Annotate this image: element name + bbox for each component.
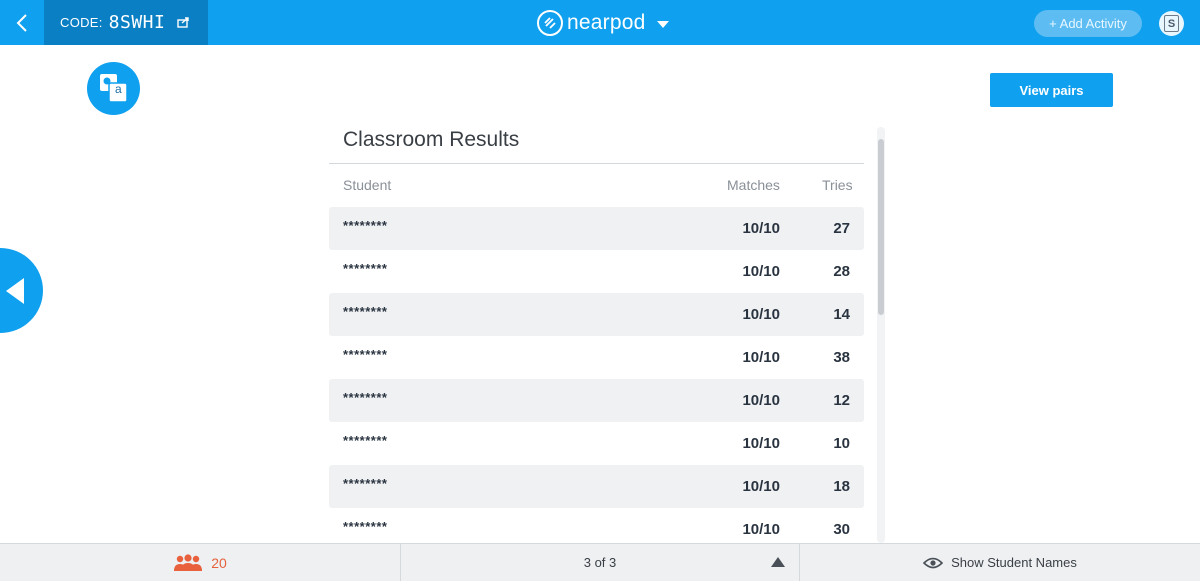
divider: [329, 163, 864, 164]
tries-value: 27: [833, 220, 850, 237]
table-row: ******** 10/10 30: [329, 508, 864, 543]
show-names-label: Show Student Names: [951, 555, 1077, 570]
column-header-matches: Matches: [727, 177, 780, 193]
nearpod-logo-icon: [537, 10, 563, 36]
results-scrollbar[interactable]: [877, 127, 885, 543]
tries-value: 12: [833, 392, 850, 409]
profile-button[interactable]: S: [1159, 11, 1184, 36]
students-button[interactable]: 20: [0, 544, 400, 581]
results-table: ******** 10/10 27 ******** 10/10 28 ****…: [329, 207, 864, 543]
table-row: ******** 10/10 18: [329, 465, 864, 508]
student-name: ********: [343, 261, 388, 276]
card-letter: a: [115, 82, 122, 96]
tries-value: 28: [833, 263, 850, 280]
tries-value: 14: [833, 306, 850, 323]
logo-text: nearpod: [567, 11, 646, 34]
tries-value: 10: [833, 435, 850, 452]
matches-value: 10/10: [742, 521, 780, 538]
student-name: ********: [343, 476, 388, 491]
matches-value: 10/10: [742, 306, 780, 323]
students-group-icon: [174, 553, 203, 571]
back-button[interactable]: [0, 0, 44, 45]
scrollbar-thumb[interactable]: [878, 139, 884, 315]
table-row: ******** 10/10 38: [329, 336, 864, 379]
table-row: ******** 10/10 10: [329, 422, 864, 465]
matches-value: 10/10: [742, 478, 780, 495]
profile-avatar-icon: S: [1164, 15, 1179, 32]
table-row: ******** 10/10 27: [329, 207, 864, 250]
student-name: ********: [343, 519, 388, 534]
student-name: ********: [343, 433, 388, 448]
caret-down-icon: [657, 20, 670, 28]
show-student-names-button[interactable]: Show Student Names: [800, 544, 1200, 581]
top-bar: CODE: 8SWHI nearpod + Add Activity S: [0, 0, 1200, 45]
student-name: ********: [343, 347, 388, 362]
column-header-student: Student: [343, 177, 392, 193]
add-activity-button[interactable]: + Add Activity: [1034, 10, 1142, 37]
student-name: ********: [343, 304, 388, 319]
tries-value: 38: [833, 349, 850, 366]
share-icon[interactable]: [177, 17, 190, 28]
panel-title: Classroom Results: [343, 128, 520, 151]
matches-value: 10/10: [742, 349, 780, 366]
nearpod-logo-menu[interactable]: nearpod: [537, 8, 670, 38]
matching-pairs-activity-icon: a: [87, 62, 140, 115]
column-header-tries: Tries: [822, 177, 853, 193]
code-label: CODE:: [60, 15, 103, 30]
student-name: ********: [343, 390, 388, 405]
triangle-left-icon: [6, 278, 24, 304]
matches-value: 10/10: [742, 263, 780, 280]
page-indicator-text: 3 of 3: [583, 555, 617, 570]
table-row: ******** 10/10 14: [329, 293, 864, 336]
tries-value: 18: [833, 478, 850, 495]
matches-value: 10/10: [742, 220, 780, 237]
matches-value: 10/10: [742, 392, 780, 409]
page-indicator: 3 of 3: [401, 544, 799, 581]
table-row: ******** 10/10 12: [329, 379, 864, 422]
chevron-left-icon: [16, 13, 27, 32]
bottom-bar: 20 3 of 3 Show Student Names: [0, 543, 1200, 581]
code-value: 8SWHI: [108, 12, 166, 33]
student-name: ********: [343, 218, 388, 233]
view-pairs-button[interactable]: View pairs: [990, 73, 1113, 107]
matches-value: 10/10: [742, 435, 780, 452]
student-count: 20: [211, 554, 227, 571]
eye-icon: [923, 557, 944, 568]
tries-value: 30: [833, 521, 850, 538]
cards-icon: [100, 74, 128, 103]
session-code: CODE: 8SWHI: [44, 0, 208, 45]
classroom-results-panel: Classroom Results Student Matches Tries …: [329, 118, 864, 543]
previous-slide-button[interactable]: [0, 248, 43, 333]
table-row: ******** 10/10 28: [329, 250, 864, 293]
triangle-up-icon[interactable]: [771, 557, 785, 567]
